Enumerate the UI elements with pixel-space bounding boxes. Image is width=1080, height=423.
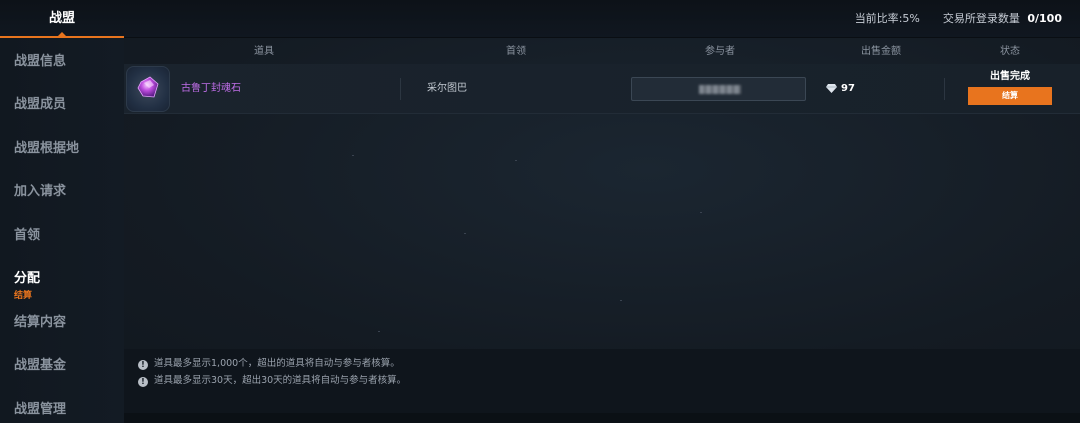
column-header-leader: 首领 [506, 46, 526, 57]
background-speck [700, 212, 702, 213]
item-slot[interactable] [126, 66, 170, 112]
participant-name-blurred [699, 85, 741, 94]
notes-panel: ! 道具最多显示1,000个，超出的道具将自动与参与者核算。 ! 道具最多显示30天… [124, 349, 1080, 413]
item-name: 古鲁丁封魂石 [181, 83, 241, 94]
tab-alliance[interactable]: 战盟 [0, 0, 124, 38]
top-bar: 战盟 当前比率:5% 交易所登录数量 0/100 [0, 0, 1080, 38]
info-icon: ! [138, 377, 148, 387]
status-cell: 出售完成 结算 [968, 70, 1052, 105]
column-header-amount: 出售金额 [861, 46, 901, 57]
background-speck [378, 331, 380, 332]
sidebar-item-alliance-members[interactable]: 战盟成员 [14, 95, 66, 115]
bottom-strip [124, 413, 1080, 423]
note-text: 道具最多显示1,000个，超出的道具将自动与参与者核算。 [154, 358, 400, 369]
table-row: 古鲁丁封魂石 采尔图巴 97 出售完成 结算 [124, 64, 1080, 114]
background-speck [464, 233, 466, 234]
ratio-value: :5% [898, 12, 920, 25]
sidebar: 战盟信息 战盟成员 战盟根据地 加入请求 首领 分配 结算 结算内容 战盟基金 … [0, 38, 124, 423]
exchange-label: 交易所登录数量 [942, 12, 1020, 25]
column-divider [400, 78, 401, 100]
column-header-status: 状态 [1000, 46, 1020, 57]
sidebar-subitem-settlement[interactable]: 结算 [14, 288, 32, 301]
table-header: 道具 首领 参与者 出售金额 状态 [124, 42, 1080, 62]
page-background: 战盟 当前比率:5% 交易所登录数量 0/100 战盟信息 战盟成员 战盟根据地… [0, 0, 1080, 423]
sidebar-item-leader[interactable]: 首领 [14, 226, 40, 246]
column-header-item: 道具 [254, 46, 274, 57]
sidebar-item-settlement-content[interactable]: 结算内容 [14, 313, 66, 333]
sidebar-item-alliance-management[interactable]: 战盟管理 [14, 400, 66, 420]
status-text: 出售完成 [990, 71, 1030, 82]
soul-stone-icon [137, 76, 159, 98]
background-speck [620, 300, 622, 301]
exchange-count: 0/100 [1027, 12, 1062, 25]
participant-field[interactable] [631, 77, 806, 101]
sidebar-item-alliance-base[interactable]: 战盟根据地 [14, 139, 79, 159]
diamond-icon [826, 84, 837, 93]
background-speck [352, 155, 354, 156]
note-item: ! 道具最多显示30天，超出30天的道具将自动与参与者核算。 [138, 374, 406, 388]
sidebar-item-alliance-fund[interactable]: 战盟基金 [14, 356, 66, 376]
tab-alliance-label: 战盟 [48, 11, 75, 26]
leader-name: 采尔图巴 [427, 83, 467, 94]
column-divider [944, 78, 945, 100]
sidebar-item-distribution[interactable]: 分配 [14, 269, 40, 289]
settle-button[interactable]: 结算 [968, 87, 1052, 105]
background-speck [515, 160, 517, 161]
ratio-label: 当前比率 [854, 12, 899, 25]
note-text: 道具最多显示30天，超出30天的道具将自动与参与者核算。 [154, 375, 407, 386]
sidebar-item-join-requests[interactable]: 加入请求 [14, 182, 66, 202]
sale-amount-value: 97 [841, 83, 855, 94]
top-info: 当前比率:5% 交易所登录数量 0/100 [855, 0, 1062, 38]
column-header-participant: 参与者 [705, 46, 735, 57]
note-item: ! 道具最多显示1,000个，超出的道具将自动与参与者核算。 [138, 357, 400, 371]
sidebar-item-alliance-info[interactable]: 战盟信息 [14, 52, 66, 72]
sale-amount: 97 [826, 64, 855, 114]
info-icon: ! [138, 360, 148, 370]
